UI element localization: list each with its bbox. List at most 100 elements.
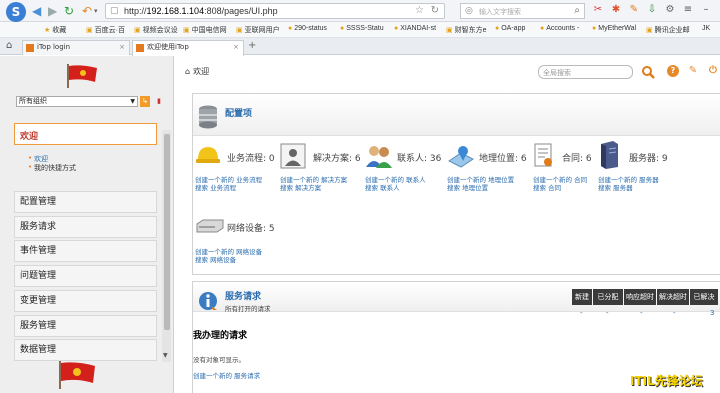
org-filter-button[interactable]: ↳ bbox=[140, 96, 150, 107]
tab-itop-login[interactable]: iTop login × bbox=[22, 40, 130, 55]
notes-icon[interactable]: ✎ bbox=[628, 4, 640, 15]
breadcrumb-label: 欢迎 bbox=[193, 67, 210, 76]
menu-data-management[interactable]: 数据管理 bbox=[14, 339, 157, 361]
tab-close-icon[interactable]: × bbox=[119, 41, 125, 54]
watermark-text: ITIL先锋论坛 bbox=[630, 374, 703, 388]
ci-search-link[interactable]: 搜索 地理位置 bbox=[447, 184, 488, 192]
database-icon bbox=[199, 105, 217, 129]
edit-icon[interactable]: ✎ bbox=[687, 65, 699, 77]
bookmark-item[interactable]: ● OA-app bbox=[495, 25, 525, 32]
reload-icon[interactable]: ↻ bbox=[64, 4, 74, 18]
status-count-resolved[interactable]: 3 bbox=[710, 309, 714, 317]
contacts-icon bbox=[366, 146, 392, 168]
logout-icon[interactable]: ⏻ bbox=[707, 65, 719, 77]
menu-service-management[interactable]: 服务管理 bbox=[14, 315, 157, 337]
quick-link-shortcuts[interactable]: 我的快捷方式 bbox=[28, 163, 76, 173]
undo-dropdown-icon[interactable]: ▾ bbox=[94, 4, 98, 18]
bookmark-item[interactable]: ▣ 百度云·百 bbox=[86, 25, 125, 35]
ci-create-link[interactable]: 创建一个新的 业务流程 bbox=[195, 176, 262, 184]
menu-change-management[interactable]: 变更管理 bbox=[14, 290, 157, 312]
search-icon[interactable] bbox=[641, 65, 655, 79]
ci-search-link[interactable]: 搜索 网络设备 bbox=[195, 256, 236, 264]
tools-icon[interactable]: ⚙ bbox=[664, 4, 676, 15]
undo-icon[interactable]: ↶ bbox=[82, 4, 92, 18]
create-service-request-link[interactable]: 创建一个新的 服务请求 bbox=[193, 370, 260, 380]
status-count-assigned[interactable]: - bbox=[606, 309, 609, 317]
bookmark-item[interactable]: ● MyEtherWal bbox=[592, 25, 636, 32]
sidebar: 所有组织 ▼ ↳ ▮ 欢迎 欢迎 我的快捷方式 配置管理 服务请求 事件管理 问… bbox=[0, 56, 174, 393]
ci-search-link[interactable]: 搜索 解决方案 bbox=[280, 184, 321, 192]
bookmark-item[interactable]: ▣ 中国电信网 bbox=[183, 25, 227, 35]
col-resolved[interactable]: 已解决 bbox=[690, 289, 718, 305]
ci-create-link[interactable]: 创建一个新的 联系人 bbox=[365, 176, 426, 184]
menu-problem-management[interactable]: 问题管理 bbox=[14, 265, 157, 287]
status-count-new[interactable]: - bbox=[580, 309, 583, 317]
menu-config-management[interactable]: 配置管理 bbox=[14, 191, 157, 213]
browser-logo-icon[interactable]: S bbox=[6, 2, 26, 22]
bookmark-item[interactable]: ▣ 腾讯企业邮 bbox=[646, 25, 690, 35]
bookmark-item[interactable]: ● XIANDAI-st bbox=[394, 25, 436, 32]
status-count-response-timeout[interactable]: - bbox=[640, 309, 643, 317]
itil-flag-bottom-icon bbox=[59, 361, 95, 389]
col-new[interactable]: 新建 bbox=[572, 289, 592, 305]
download-icon[interactable]: ⇩ bbox=[646, 4, 658, 15]
ci-create-link[interactable]: 创建一个新的 解决方案 bbox=[280, 176, 347, 184]
scroll-down-icon[interactable]: ▼ bbox=[163, 352, 168, 359]
service-panel-subtitle: 所有打开的请求 bbox=[225, 305, 271, 313]
solution-icon bbox=[280, 143, 306, 169]
org-reset-button[interactable]: ▮ bbox=[154, 96, 164, 107]
bookmark-item[interactable]: ● 290-status bbox=[288, 25, 327, 32]
address-refresh-icon[interactable]: ↻ bbox=[431, 5, 439, 16]
itop-favicon-icon bbox=[136, 44, 144, 52]
col-response-timeout[interactable]: 响应超时 bbox=[624, 289, 656, 305]
ci-create-link[interactable]: 创建一个新的 服务器 bbox=[598, 176, 659, 184]
home-icon[interactable]: ⌂ bbox=[185, 67, 190, 76]
col-assigned[interactable]: 已分配 bbox=[593, 289, 623, 305]
forward-icon[interactable]: ▶ bbox=[48, 4, 57, 18]
menu-service-request[interactable]: 服务请求 bbox=[14, 216, 157, 238]
ci-search-link[interactable]: 搜索 合同 bbox=[533, 184, 561, 192]
global-search-placeholder: 全局搜索 bbox=[543, 69, 571, 77]
bookmark-item[interactable]: ★ 收藏 bbox=[44, 25, 66, 35]
tab-close-icon[interactable]: × bbox=[233, 41, 239, 54]
ci-search-link[interactable]: 搜索 联系人 bbox=[365, 184, 400, 192]
ci-search-link[interactable]: 搜索 业务流程 bbox=[195, 184, 236, 192]
help-icon[interactable]: ? bbox=[667, 65, 679, 77]
breadcrumb: ⌂ 欢迎 bbox=[185, 66, 209, 77]
bookmark-item[interactable]: ● SSSS-Statu bbox=[340, 25, 384, 32]
extension-icon[interactable]: ✱ bbox=[610, 4, 622, 15]
bookmark-item[interactable]: ● Accounts - bbox=[540, 25, 579, 32]
top-icons: ? ✎ ⏻ bbox=[667, 65, 719, 77]
ci-create-link[interactable]: 创建一个新的 网络设备 bbox=[195, 248, 262, 256]
back-icon[interactable]: ◀ bbox=[32, 4, 41, 18]
address-bar[interactable]: ▢ http://192.168.1.104:808/pages/UI.php … bbox=[105, 3, 445, 19]
bookmark-star-icon[interactable]: ☆ bbox=[415, 5, 424, 16]
ci-label: 业务流程: 0 bbox=[227, 154, 275, 164]
menu-incident-management[interactable]: 事件管理 bbox=[14, 240, 157, 262]
organization-select[interactable]: 所有组织 ▼ bbox=[16, 96, 138, 107]
ci-create-link[interactable]: 创建一个新的 合同 bbox=[533, 176, 587, 184]
menu-icon[interactable]: ≡ bbox=[682, 4, 694, 15]
bookmark-item[interactable]: ▣ 财智东方e bbox=[446, 25, 487, 35]
itop-favicon-icon bbox=[26, 44, 34, 52]
main-content: ⌂ 欢迎 全局搜索 ? ✎ ⏻ 配置项 业务流程: 0 创建一个新的 业务流程 … bbox=[175, 56, 720, 393]
ci-search-link[interactable]: 搜索 服务器 bbox=[598, 184, 633, 192]
home-icon[interactable]: ⌂ bbox=[6, 40, 12, 51]
cut-icon[interactable]: ✂ bbox=[592, 4, 604, 15]
minimize-icon[interactable]: – bbox=[700, 4, 712, 15]
bookmark-item[interactable]: JK bbox=[702, 25, 710, 32]
new-tab-button[interactable]: + bbox=[248, 40, 256, 51]
search-icon[interactable]: ⌕ bbox=[574, 5, 580, 16]
col-resolve-timeout[interactable]: 解决超时 bbox=[657, 289, 689, 305]
ci-create-link[interactable]: 创建一个新的 地理位置 bbox=[447, 176, 514, 184]
browser-search-input[interactable]: ◎ 输入文字搜索 ⌕ bbox=[460, 3, 585, 19]
status-count-resolve-timeout[interactable]: - bbox=[673, 309, 676, 317]
sidebar-scroll-thumb[interactable] bbox=[164, 134, 170, 330]
bookmark-item[interactable]: ▣ 亚联网用户 bbox=[236, 25, 280, 35]
search-engine-icon: ◎ bbox=[465, 6, 473, 16]
menu-welcome[interactable]: 欢迎 bbox=[14, 123, 157, 145]
global-search-input[interactable]: 全局搜索 bbox=[538, 65, 633, 79]
bookmark-item[interactable]: ▣ 视频会议设 bbox=[134, 25, 178, 35]
contract-icon bbox=[534, 143, 552, 167]
tab-welcome[interactable]: 欢迎使用iTop × bbox=[132, 40, 244, 56]
